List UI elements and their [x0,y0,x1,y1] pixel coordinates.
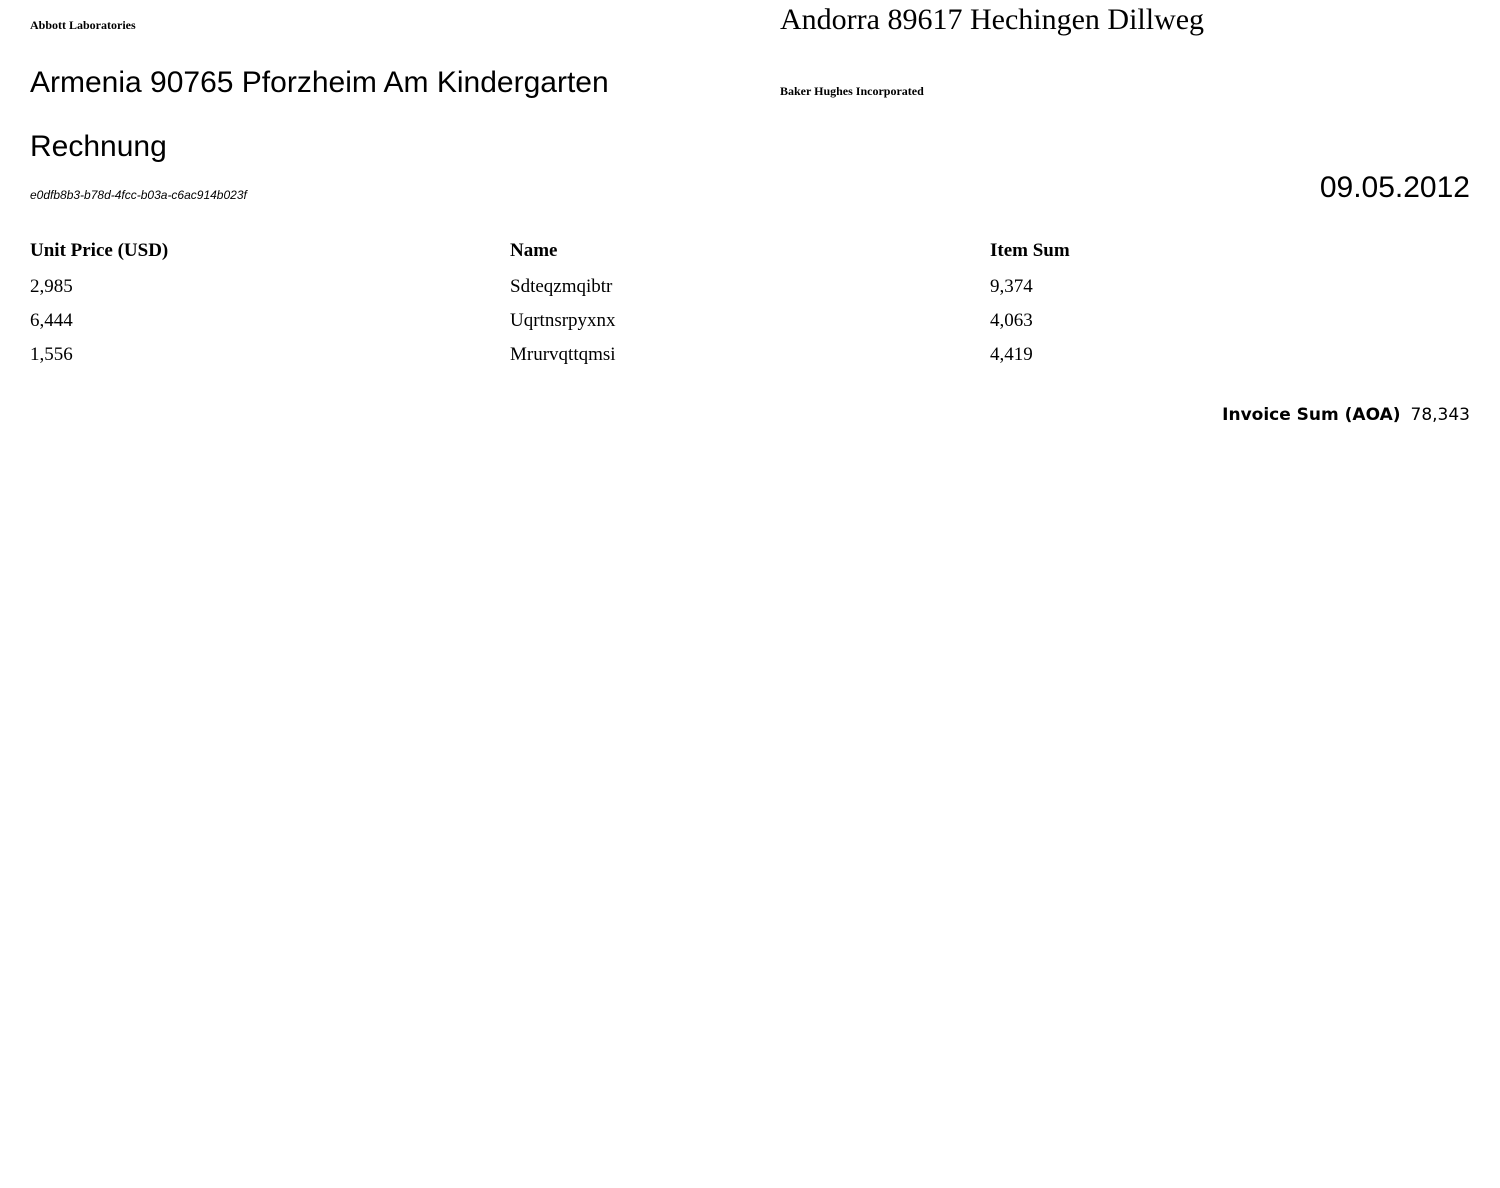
unit-price-cell: 1,556 [30,344,73,365]
invoice-id: e0dfb8b3-b78d-4fcc-b03a-c6ac914b023f [30,188,247,202]
column-header-name: Name [510,240,558,261]
document-title: Rechnung [30,130,167,163]
item-sum-cell: 9,374 [990,276,1033,297]
sender-address: Armenia 90765 Pforzheim Am Kindergarten [30,66,609,99]
table-header-row: Unit Price (USD) Name Item Sum [30,240,1470,276]
table-row: 1,556 Mrurvqttqmsi 4,419 [30,344,1470,378]
invoice-total-label: Invoice Sum (AOA) [1222,405,1401,425]
invoice-date: 09.05.2012 [1319,171,1470,204]
column-header-item-sum: Item Sum [990,240,1070,261]
table-row: 2,985 Sdteqzmqibtr 9,374 [30,276,1470,310]
table-row: 6,444 Uqrtnsrpyxnx 4,063 [30,310,1470,344]
recipient-company: Baker Hughes Incorporated [780,84,924,98]
unit-price-cell: 6,444 [30,310,73,331]
sender-company: Abbott Laboratories [30,18,136,32]
item-name-cell: Mrurvqttqmsi [510,344,616,365]
invoice-total-value: 78,343 [1410,405,1470,425]
unit-price-cell: 2,985 [30,276,73,297]
recipient-address: Andorra 89617 Hechingen Dillweg [780,3,1205,36]
invoice-total: Invoice Sum (AOA) 78,343 [1222,405,1470,425]
item-sum-cell: 4,419 [990,344,1033,365]
column-header-unit-price: Unit Price (USD) [30,240,169,261]
item-name-cell: Sdteqzmqibtr [510,276,613,297]
item-sum-cell: 4,063 [990,310,1033,331]
items-table: Unit Price (USD) Name Item Sum 2,985 Sdt… [30,240,1470,378]
item-name-cell: Uqrtnsrpyxnx [510,310,616,331]
